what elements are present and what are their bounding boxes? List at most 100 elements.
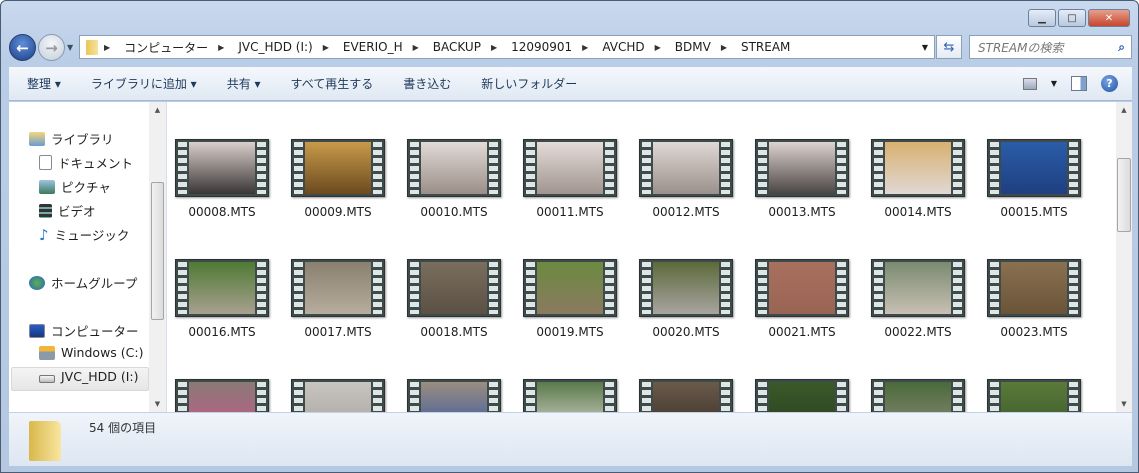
file-item[interactable]: 00023.MTS [976,259,1092,339]
file-item[interactable]: 00017.MTS [280,259,396,339]
nav-label: ホームグループ [51,276,138,291]
file-item[interactable] [167,379,280,412]
search-icon[interactable]: ⌕ [1118,40,1125,55]
file-name: 00008.MTS [188,205,256,219]
file-item[interactable]: 00022.MTS [860,259,976,339]
content-scrollbar[interactable]: ▲ ▼ [1116,102,1132,412]
file-item[interactable] [744,379,860,412]
minimize-button[interactable]: ▁ [1028,9,1056,27]
file-item[interactable]: 00014.MTS [860,139,976,219]
breadcrumb-arrow-icon[interactable]: ▶ [655,43,661,52]
file-item[interactable]: 00020.MTS [628,259,744,339]
nav-homegroup[interactable]: ホームグループ [29,273,137,292]
scroll-down-icon[interactable]: ▼ [1116,400,1132,408]
breadcrumb-label: EVERIO_H [342,40,403,54]
nav-drive-c[interactable]: Windows (C:) [39,345,143,360]
file-item[interactable]: 00011.MTS [512,139,628,219]
breadcrumb-item[interactable]: BDMV ▶ [675,39,735,56]
file-item[interactable]: 00018.MTS [396,259,512,339]
file-item[interactable]: 00010.MTS [396,139,512,219]
nav-music[interactable]: ♪ ミュージック [39,225,129,244]
nav-libraries[interactable]: ライブラリ [29,129,114,148]
document-icon [39,155,52,170]
maximize-button[interactable]: □ [1058,9,1086,27]
change-view-icon[interactable] [1022,77,1037,90]
back-button[interactable]: ← [9,34,36,61]
file-item[interactable] [396,379,512,412]
play-all-button[interactable]: すべて再生する [276,75,389,92]
breadcrumb-root-arrow[interactable]: ▶ [104,43,118,52]
close-button[interactable]: ✕ [1088,9,1130,27]
preview-pane-icon[interactable] [1071,76,1087,91]
thumbnail-frame [1001,382,1067,412]
nav-pictures[interactable]: ピクチャ [39,177,111,196]
breadcrumb-item[interactable]: JVC_HDD (I:) ▶ [238,39,337,56]
library-icon [29,131,45,146]
file-item[interactable]: 00009.MTS [280,139,396,219]
file-item[interactable]: 00015.MTS [976,139,1092,219]
file-item[interactable]: 00019.MTS [512,259,628,339]
breadcrumb-item[interactable]: コンピューター ▶ [124,39,232,56]
file-item[interactable] [628,379,744,412]
nav-label: JVC_HDD (I:) [61,369,139,384]
scroll-thumb[interactable] [151,182,164,320]
nav-scrollbar[interactable]: ▲ ▼ [149,102,166,412]
thumbnail-frame [189,142,255,194]
file-item[interactable] [860,379,976,412]
nav-videos[interactable]: ビデオ [39,201,96,220]
address-dropdown-icon[interactable]: ▼ [922,43,928,52]
file-name: 00015.MTS [1000,205,1068,219]
breadcrumb-item[interactable]: AVCHD ▶ [602,39,668,56]
scroll-up-icon[interactable]: ▲ [149,106,166,114]
file-item[interactable]: 00021.MTS [744,259,860,339]
address-bar[interactable]: ▶ コンピューター ▶ JVC_HDD (I:) ▶ EVERIO_H ▶ BACKUP ▶ 1… [79,35,935,59]
nav-drive-i[interactable]: JVC_HDD (I:) [39,369,139,384]
breadcrumb-item[interactable]: BACKUP ▶ [433,39,505,56]
breadcrumb-arrow-icon[interactable]: ▶ [491,43,497,52]
video-thumbnail [871,259,965,317]
breadcrumb-arrow-icon[interactable]: ▶ [323,43,329,52]
file-item[interactable]: 00012.MTS [628,139,744,219]
file-item[interactable] [976,379,1092,412]
view-dropdown-icon[interactable]: ▼ [1051,79,1057,88]
search-input[interactable]: STREAMの検索 ⌕ [969,35,1132,59]
breadcrumb-label: BACKUP [432,40,481,54]
breadcrumb-arrow-icon[interactable]: ▶ [721,43,727,52]
thumbnail-frame [305,142,371,194]
thumbnail-frame [769,382,835,412]
scroll-down-icon[interactable]: ▼ [149,400,166,408]
file-item[interactable]: 00016.MTS [167,259,280,339]
nav-computer[interactable]: コンピューター [29,321,139,340]
windows-drive-icon [39,345,55,360]
breadcrumb-arrow-icon[interactable]: ▶ [218,43,224,52]
thumbnail-frame [653,142,719,194]
refresh-button[interactable]: ⇆ [936,35,962,59]
burn-button[interactable]: 書き込む [388,75,466,92]
recent-pages-dropdown-icon[interactable]: ▼ [67,43,73,52]
forward-button[interactable]: → [38,34,65,61]
scroll-thumb[interactable] [1117,158,1131,232]
file-item[interactable]: 00008.MTS [167,139,280,219]
thumbnail-frame [189,262,255,314]
add-to-library-button[interactable]: ライブラリに追加 ▾ [76,75,212,92]
thumbnail-frame [885,142,951,194]
organize-button[interactable]: 整理 ▾ [9,75,76,92]
help-icon[interactable]: ? [1101,75,1118,92]
video-thumbnail [871,139,965,197]
new-folder-button[interactable]: 新しいフォルダー [466,75,592,92]
thumbnail-frame [1001,262,1067,314]
share-button[interactable]: 共有 ▾ [212,75,276,92]
nav-documents[interactable]: ドキュメント [39,153,133,172]
scroll-up-icon[interactable]: ▲ [1116,106,1132,114]
breadcrumb-arrow-icon[interactable]: ▶ [413,43,419,52]
breadcrumb-item[interactable]: 12090901 ▶ [511,39,596,56]
breadcrumb-item[interactable]: STREAM [741,39,790,56]
breadcrumb-arrow-icon[interactable]: ▶ [582,43,588,52]
breadcrumb-label: BDMV [674,40,711,54]
file-item[interactable] [512,379,628,412]
breadcrumb-item[interactable]: EVERIO_H ▶ [343,39,427,56]
command-bar: 整理 ▾ ライブラリに追加 ▾ 共有 ▾ すべて再生する 書き込む 新しいフォル… [9,67,1132,101]
video-icon [39,203,52,218]
file-item[interactable]: 00013.MTS [744,139,860,219]
file-item[interactable] [280,379,396,412]
